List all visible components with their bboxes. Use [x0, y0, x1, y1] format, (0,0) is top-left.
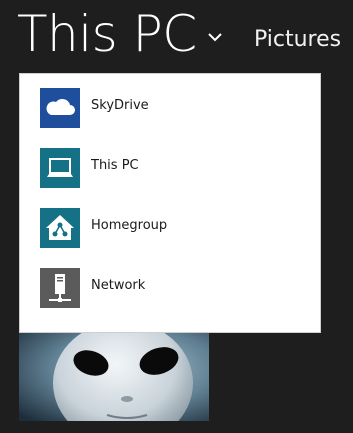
- skydrive-tile: [40, 88, 80, 128]
- homegroup-tile: [40, 208, 80, 248]
- dropdown-item-label: SkyDrive: [91, 98, 149, 113]
- dropdown-item-label: Network: [91, 278, 146, 293]
- network-icon: [49, 274, 71, 302]
- this-pc-tile: [40, 148, 80, 188]
- alien-image: [19, 333, 209, 421]
- chevron-down-icon: [208, 33, 222, 42]
- laptop-icon: [47, 158, 73, 177]
- location-dropdown-menu: SkyDrive This PC Homegroup Network: [19, 73, 321, 333]
- picture-thumbnail[interactable]: [19, 333, 209, 421]
- dropdown-item-label: This PC: [91, 158, 139, 173]
- breadcrumb-pictures[interactable]: Pictures: [254, 25, 341, 55]
- dropdown-item-network[interactable]: Network: [20, 258, 320, 318]
- location-dropdown-button[interactable]: [207, 28, 223, 42]
- network-tile: [40, 268, 80, 308]
- dropdown-item-this-pc[interactable]: This PC: [20, 138, 320, 198]
- homegroup-icon: [46, 215, 74, 240]
- dropdown-item-homegroup[interactable]: Homegroup: [20, 198, 320, 258]
- dropdown-item-label: Homegroup: [91, 218, 168, 233]
- dropdown-item-skydrive[interactable]: SkyDrive: [20, 78, 320, 138]
- page-title: This PC: [17, 5, 197, 63]
- cloud-icon: [46, 98, 75, 115]
